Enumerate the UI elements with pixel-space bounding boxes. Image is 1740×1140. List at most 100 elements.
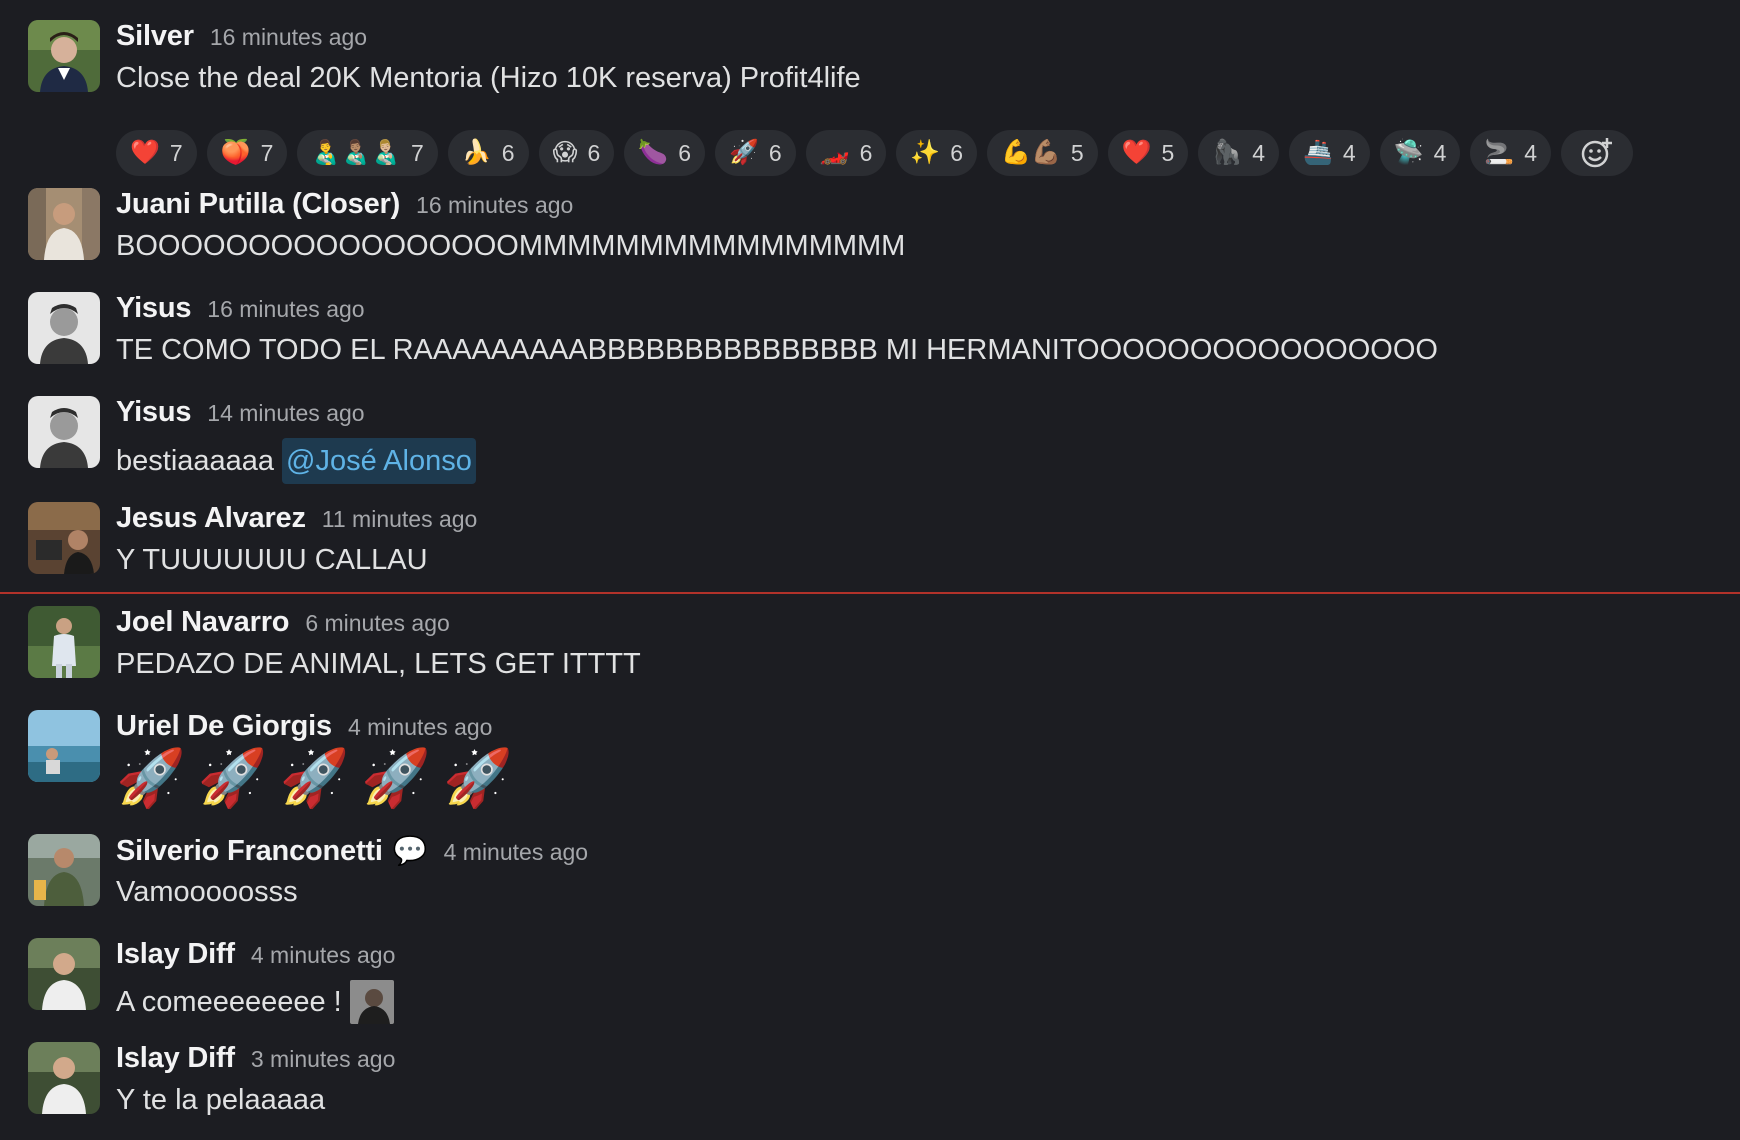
message-header: Jesus Alvarez 11 minutes ago (116, 502, 477, 535)
reaction-pill[interactable]: ❤️ 5 (1107, 130, 1189, 176)
reaction-pill[interactable]: 🏎️ 6 (805, 130, 887, 176)
reaction-pill[interactable]: 🚢 4 (1289, 130, 1370, 176)
timestamp[interactable]: 16 minutes ago (207, 296, 364, 323)
avatar[interactable] (28, 1042, 100, 1114)
reaction-pill[interactable]: 🍑 7 (206, 130, 288, 176)
avatar[interactable] (28, 292, 100, 364)
reaction-pill[interactable]: ❤️ 7 (116, 130, 197, 176)
rocket-icon: 🚀 (197, 746, 268, 809)
message: Silver 16 minutes ago Close the deal 20K… (0, 20, 1740, 176)
author-name[interactable]: Silverio Franconetti (116, 835, 383, 868)
reaction-pill[interactable]: 👨‍🍼👨🏽‍🍼👨🏼‍🍼 7 (297, 130, 438, 176)
reaction-count: 7 (411, 139, 424, 166)
reaction-pill[interactable]: 🚬 4 (1470, 130, 1552, 176)
reaction-count: 4 (1433, 139, 1447, 166)
new-messages-divider (0, 592, 1740, 594)
message-body: A comeeeeeeee ! (116, 980, 394, 1024)
rocket-icon: 🚀 (279, 746, 350, 809)
message-text: PEDAZO DE ANIMAL, LETS GET ITTTT (116, 648, 641, 680)
message-header: Silverio Franconetti 💬 4 minutes ago (116, 834, 588, 868)
avatar[interactable] (28, 710, 100, 782)
author-name[interactable]: Islay Diff (116, 938, 235, 971)
sparkles-icon: ✨ (910, 139, 941, 166)
message-text: bestiaaaaaa (116, 444, 275, 477)
timestamp[interactable]: 6 minutes ago (305, 610, 449, 637)
author-name[interactable]: Jesus Alvarez (116, 502, 306, 535)
reaction-count: 5 (1070, 139, 1084, 166)
reaction-pill[interactable]: 😱 6 (538, 130, 615, 176)
reaction-count: 6 (950, 139, 964, 166)
author-name[interactable]: Uriel De Giorgis (116, 710, 332, 743)
timestamp[interactable]: 16 minutes ago (416, 192, 573, 219)
message-header: Islay Diff 3 minutes ago (116, 1042, 395, 1075)
avatar[interactable] (28, 20, 100, 92)
message: Yisus 14 minutes ago bestiaaaaaa @José A… (0, 396, 1740, 484)
reaction-count: 6 (501, 139, 515, 166)
message-header: Islay Diff 4 minutes ago (116, 938, 395, 971)
timestamp[interactable]: 4 minutes ago (348, 714, 492, 741)
gorilla-icon: 🦍 (1212, 139, 1243, 166)
add-reaction-button[interactable] (1561, 130, 1634, 176)
reaction-pill[interactable]: ✨ 6 (896, 130, 978, 176)
heart-icon: ❤️ (1121, 139, 1152, 166)
message-feed: Silver 16 minutes ago Close the deal 20K… (0, 0, 1740, 1140)
message: Yisus 16 minutes ago TE COMO TODO EL RAA… (0, 292, 1740, 372)
reaction-pill[interactable]: 🦍 4 (1198, 130, 1280, 176)
speech-bubble-icon[interactable]: 💬 (393, 834, 428, 867)
timestamp[interactable]: 4 minutes ago (251, 942, 395, 969)
heart-icon: ❤️ (130, 139, 160, 166)
reaction-pill[interactable]: 🛸 4 (1379, 130, 1461, 176)
reaction-count: 6 (859, 139, 873, 166)
timestamp[interactable]: 3 minutes ago (251, 1046, 395, 1073)
muscle-icon: 💪💪🏽 (1001, 139, 1061, 166)
timestamp[interactable]: 14 minutes ago (207, 400, 364, 427)
message-body: bestiaaaaaa @José Alonso (116, 438, 476, 484)
author-name[interactable]: Joel Navarro (116, 606, 290, 639)
message-text: BOOOOOOOOOOOOOOOOOMMMMMMMMMMMMMMMM (116, 230, 906, 262)
rocket-icon: 🚀 (361, 746, 431, 809)
author-name[interactable]: Yisus (116, 292, 191, 325)
reaction-count: 7 (169, 139, 183, 166)
author-name[interactable]: Yisus (116, 396, 191, 429)
message: Islay Diff 3 minutes ago Y te la pelaaaa… (0, 1042, 1740, 1122)
reaction-pill[interactable]: 💪💪🏽 5 (987, 130, 1098, 176)
rocket-icon: 🚀 (116, 746, 186, 809)
reaction-pill[interactable]: 🍆 6 (624, 130, 706, 176)
avatar[interactable] (28, 502, 100, 574)
reaction-count: 4 (1342, 139, 1356, 166)
message-text: TE COMO TODO EL RAAAAAAAAABBBBBBBBBBBBBB… (116, 334, 1438, 366)
message-header: Silver 16 minutes ago (116, 20, 367, 53)
timestamp[interactable]: 4 minutes ago (444, 839, 588, 866)
reaction-count: 6 (678, 139, 692, 166)
avatar[interactable] (28, 188, 100, 260)
message-header: Juani Putilla (Closer) 16 minutes ago (116, 188, 573, 221)
reaction-count: 6 (768, 139, 782, 166)
avatar[interactable] (28, 938, 100, 1010)
ship-icon: 🚢 (1303, 139, 1333, 166)
message: Silverio Franconetti 💬 4 minutes ago Vam… (0, 834, 1740, 914)
author-name[interactable]: Islay Diff (116, 1042, 235, 1075)
message: Jesus Alvarez 11 minutes ago Y TUUUUUUU … (0, 502, 1740, 582)
message-text: Close the deal 20K Mentoria (Hizo 10K re… (116, 62, 861, 94)
timestamp[interactable]: 16 minutes ago (210, 24, 367, 51)
avatar[interactable] (28, 606, 100, 678)
message-header: Yisus 14 minutes ago (116, 396, 365, 429)
reaction-count: 7 (260, 139, 274, 166)
author-name[interactable]: Juani Putilla (Closer) (116, 188, 400, 221)
message-text: Y te la pelaaaaa (116, 1084, 326, 1116)
avatar[interactable] (28, 834, 100, 906)
ufo-icon: 🛸 (1393, 139, 1424, 166)
cigarette-icon: 🚬 (1484, 139, 1515, 166)
man-feeding-baby-icon: 👨‍🍼👨🏽‍🍼👨🏼‍🍼 (311, 139, 402, 166)
timestamp[interactable]: 11 minutes ago (322, 506, 478, 533)
message: Juani Putilla (Closer) 16 minutes ago BO… (0, 188, 1740, 268)
reaction-pill[interactable]: 🚀 6 (715, 130, 796, 176)
avatar[interactable] (28, 396, 100, 468)
reaction-count: 4 (1524, 139, 1538, 166)
reaction-pill[interactable]: 🍌 6 (447, 130, 529, 176)
author-name[interactable]: Silver (116, 20, 194, 53)
peach-icon: 🍑 (220, 139, 251, 166)
reaction-count: 5 (1161, 139, 1175, 166)
scream-icon: 😱 (552, 139, 578, 166)
user-mention[interactable]: @José Alonso (282, 438, 476, 484)
